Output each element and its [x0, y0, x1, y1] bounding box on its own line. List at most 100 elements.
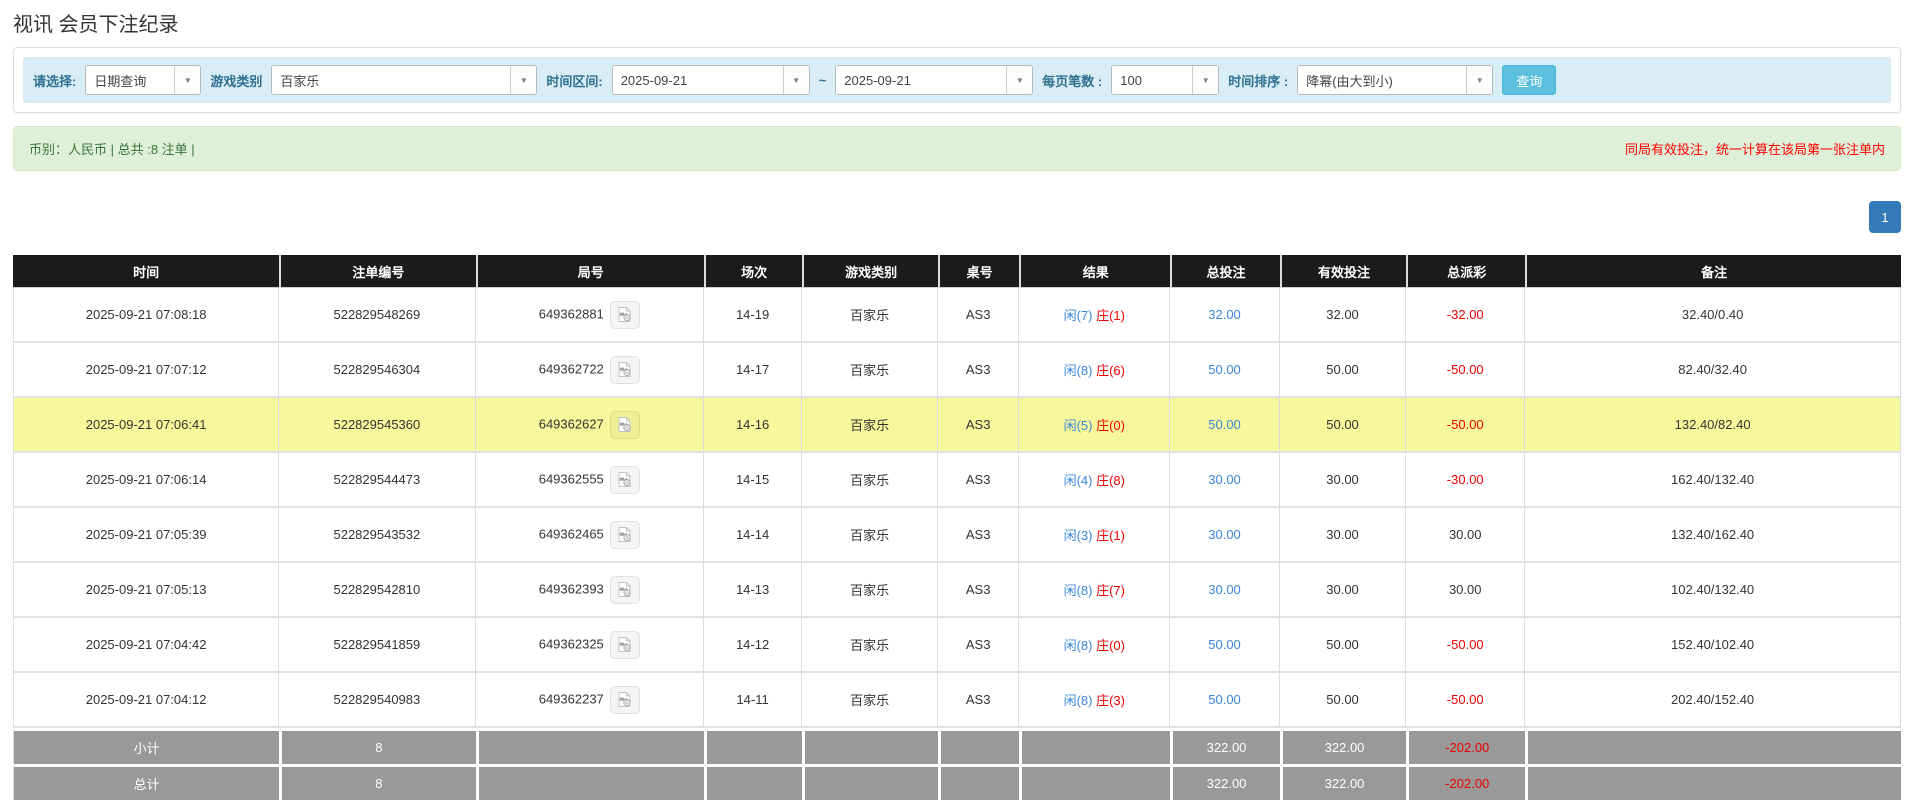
page-1-button[interactable]: 1 [1869, 201, 1901, 233]
payout: 30.00 [1448, 582, 1482, 597]
summary-empty-session-cell [703, 764, 803, 800]
session: 14-17 [735, 362, 770, 377]
video-file-icon [618, 582, 631, 597]
chevron-down-icon[interactable]: ▼ [1466, 66, 1493, 94]
bet-time-cell: 2025-09-21 07:06:14 [13, 453, 280, 508]
date-range-label: 时间区间: [546, 73, 603, 89]
info-bar: 币别：人民币 | 总共 :8 注单 | 同局有效投注，统一计算在该局第一张注单内 [13, 126, 1901, 171]
table-code-cell: AS3 [938, 563, 1020, 618]
remark: 32.40/0.40 [1681, 307, 1744, 322]
game-category-cell: 百家乐 [802, 288, 939, 343]
result-cell: 闲(8) 庄(0) [1019, 618, 1171, 673]
total-bet-cell: 50.00 [1170, 673, 1280, 728]
game-category: 百家乐 [850, 528, 890, 543]
total-bet: 50.00 [1208, 692, 1241, 707]
bet-id: 522829541859 [333, 637, 421, 652]
query-type-value[interactable] [86, 66, 175, 94]
video-replay-button[interactable] [609, 410, 640, 439]
valid-bet-cell: 30.00 [1279, 508, 1407, 563]
sort-order-select[interactable]: ▼ [1297, 65, 1494, 95]
game-category-value[interactable] [272, 66, 511, 94]
table-code-cell: AS3 [938, 673, 1020, 728]
game-category-select[interactable]: ▼ [271, 65, 538, 95]
round-cell: 649362393 [475, 563, 704, 618]
total-bet: 32.00 [1208, 307, 1241, 322]
date-to-value[interactable] [836, 66, 1007, 94]
chevron-down-icon[interactable]: ▼ [1006, 66, 1033, 94]
video-replay-button[interactable] [609, 520, 640, 549]
bet-time-cell: 2025-09-21 07:04:42 [13, 618, 280, 673]
bet-id: 522829543532 [333, 527, 421, 542]
valid-bet: 50.00 [1326, 362, 1359, 377]
summary-empty-remark-cell [1525, 764, 1901, 800]
date-to-picker[interactable]: ▼ [835, 65, 1034, 95]
summary-payout: -202.00 [1445, 740, 1490, 755]
summary-count-cell: 8 [279, 728, 476, 764]
valid-bet: 30.00 [1326, 582, 1359, 597]
result-player: 闲(4) [1063, 473, 1093, 488]
col-header-total-bet: 总投注 [1170, 255, 1280, 288]
video-replay-button[interactable] [609, 300, 640, 329]
chevron-down-icon[interactable]: ▼ [174, 66, 201, 94]
summary-payout: -202.00 [1445, 776, 1490, 791]
result-banker: 庄(7) [1096, 583, 1125, 598]
valid-bet: 50.00 [1326, 692, 1359, 707]
result-banker: 庄(3) [1096, 693, 1125, 708]
session-cell: 14-15 [703, 453, 803, 508]
summary-empty-session-cell [703, 728, 803, 764]
game-category-cell: 百家乐 [802, 673, 939, 728]
summary-empty-game-cell [802, 728, 939, 764]
session: 14-15 [735, 472, 770, 487]
summary-total-bet: 322.00 [1206, 776, 1247, 791]
page-size-select[interactable]: ▼ [1111, 65, 1220, 95]
table-code: AS3 [965, 362, 991, 377]
total-bet-cell: 32.00 [1170, 288, 1280, 343]
round-cell: 649362627 [475, 398, 704, 453]
table-row: 2025-09-21 07:06:41 522829545360 649362627… [13, 398, 1901, 453]
total-bet: 50.00 [1208, 417, 1241, 432]
result-player: 闲(7) [1063, 308, 1093, 323]
page: 视讯 会员下注纪录 请选择: ▼ 游戏类别 ▼ 时间区间: ▼ ~ ▼ [0, 0, 1914, 810]
video-replay-button[interactable] [609, 355, 640, 384]
summary-count: 8 [375, 776, 383, 791]
bet-id-cell: 522829543532 [279, 508, 476, 563]
table-row: 2025-09-21 07:06:14 522829544473 649362555… [13, 453, 1901, 508]
chevron-down-icon[interactable]: ▼ [782, 66, 809, 94]
bet-time-cell: 2025-09-21 07:05:13 [13, 563, 280, 618]
remark-cell: 82.40/32.40 [1525, 343, 1901, 398]
col-header-round: 局号 [475, 255, 704, 288]
chevron-down-icon[interactable]: ▼ [510, 66, 537, 94]
page-size-value[interactable] [1112, 66, 1193, 94]
valid-bet-cell: 30.00 [1279, 453, 1407, 508]
chevron-down-icon[interactable]: ▼ [1192, 66, 1219, 94]
remark: 82.40/32.40 [1678, 362, 1747, 377]
page-title: 视讯 会员下注纪录 [13, 14, 179, 36]
bet-id-cell: 522829546304 [279, 343, 476, 398]
search-button[interactable]: 查询 [1502, 65, 1557, 95]
payout-cell: -50.00 [1406, 673, 1526, 728]
date-from-value[interactable] [612, 66, 783, 94]
result-cell: 闲(3) 庄(1) [1019, 508, 1171, 563]
video-replay-button[interactable] [609, 630, 640, 659]
result-player: 闲(3) [1063, 528, 1093, 543]
summary-empty-table-cell [938, 728, 1020, 764]
date-from-picker[interactable]: ▼ [611, 65, 810, 95]
total-bet-cell: 50.00 [1170, 343, 1280, 398]
sort-order-value[interactable] [1298, 66, 1467, 94]
video-replay-button[interactable] [609, 575, 640, 604]
game-category: 百家乐 [850, 473, 890, 488]
valid-bet: 30.00 [1326, 527, 1359, 542]
video-file-icon [618, 417, 631, 432]
col-header-remark: 备注 [1525, 255, 1901, 288]
result-player: 闲(8) [1063, 638, 1093, 653]
game-category-cell: 百家乐 [802, 618, 939, 673]
remark: 102.40/132.40 [1671, 582, 1755, 597]
bet-time-cell: 2025-09-21 07:08:18 [13, 288, 280, 343]
query-type-select[interactable]: ▼ [85, 65, 202, 95]
video-replay-button[interactable] [609, 685, 640, 714]
session: 14-19 [735, 307, 770, 322]
payout: -50.00 [1446, 692, 1484, 707]
video-replay-button[interactable] [609, 465, 640, 494]
total-bet-cell: 30.00 [1170, 453, 1280, 508]
game-category-cell: 百家乐 [802, 508, 939, 563]
